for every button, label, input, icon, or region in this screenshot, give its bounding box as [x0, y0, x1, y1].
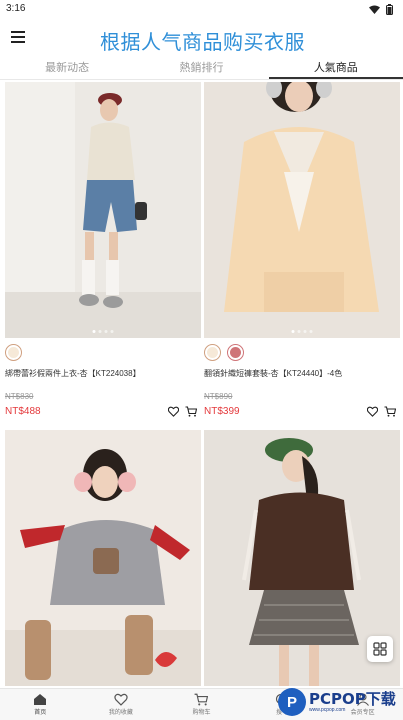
sale-price: NT$399 [204, 405, 240, 417]
sale-price: NT$488 [5, 405, 41, 417]
original-price: NT$830 [5, 392, 34, 401]
layout-toggle-button[interactable] [367, 636, 393, 662]
page-title: 根据人气商品购买衣服 [100, 30, 305, 54]
image-carousel-dots [92, 330, 114, 333]
status-icons [369, 4, 393, 15]
color-swatches [5, 338, 201, 364]
grid-icon [373, 642, 387, 656]
nav-label: 我的收藏 [108, 710, 133, 716]
product-image[interactable] [5, 82, 201, 338]
watermark-logo: P PCPOP下载 www.pcpop.com [278, 684, 403, 720]
menu-icon[interactable] [10, 29, 26, 45]
color-swatch-pink[interactable] [227, 344, 244, 361]
nav-home[interactable]: 首页 [0, 689, 81, 720]
tab-bar: 最新动态 熱銷排行 人氣商品 [0, 58, 403, 80]
nav-label: 首页 [34, 710, 47, 716]
wifi-icon [369, 5, 380, 14]
watermark-brand: PCPOP下载 [309, 689, 396, 708]
home-icon [34, 694, 47, 705]
product-card[interactable]: 綁帶蕾衫假兩件上衣-杏【KT224038】 NT$830 NT$488 [5, 82, 201, 418]
product-grid: 綁帶蕾衫假兩件上衣-杏【KT224038】 NT$830 NT$488 翻領針織… [0, 82, 403, 688]
nav-cart[interactable]: 购物车 [161, 689, 242, 720]
product-name[interactable]: 翻領針織短褲套裝-杏【KT24440】-4色 [204, 364, 400, 392]
cart-icon[interactable] [185, 405, 197, 417]
product-image[interactable] [5, 430, 201, 686]
tab-popular[interactable]: 人氣商品 [268, 58, 403, 79]
product-card[interactable] [5, 430, 201, 686]
heart-icon[interactable] [168, 406, 179, 417]
image-carousel-dots [291, 330, 313, 333]
tab-latest[interactable]: 最新动态 [0, 58, 134, 79]
color-swatch-cream[interactable] [5, 344, 22, 361]
nav-favorites[interactable]: 我的收藏 [81, 689, 162, 720]
watermark-p-icon: P [278, 688, 306, 716]
status-bar: 3:16 [0, 0, 403, 20]
heart-icon[interactable] [367, 406, 378, 417]
original-price: NT$890 [204, 392, 233, 401]
nav-label: 购物车 [192, 710, 211, 716]
cart-icon [195, 693, 209, 706]
cart-icon[interactable] [384, 405, 396, 417]
color-swatch-cream[interactable] [204, 344, 221, 361]
product-card[interactable]: 翻領針織短褲套裝-杏【KT24440】-4色 NT$890 NT$399 [204, 82, 400, 418]
color-swatches [204, 338, 400, 364]
product-name[interactable]: 綁帶蕾衫假兩件上衣-杏【KT224038】 [5, 364, 201, 392]
heart-icon [114, 693, 128, 706]
battery-icon [386, 4, 393, 15]
product-image[interactable] [204, 82, 400, 338]
tab-bestsellers[interactable]: 熱銷排行 [134, 58, 268, 79]
status-time: 3:16 [6, 3, 26, 14]
app-header: 根据人气商品购买衣服 [0, 20, 403, 58]
